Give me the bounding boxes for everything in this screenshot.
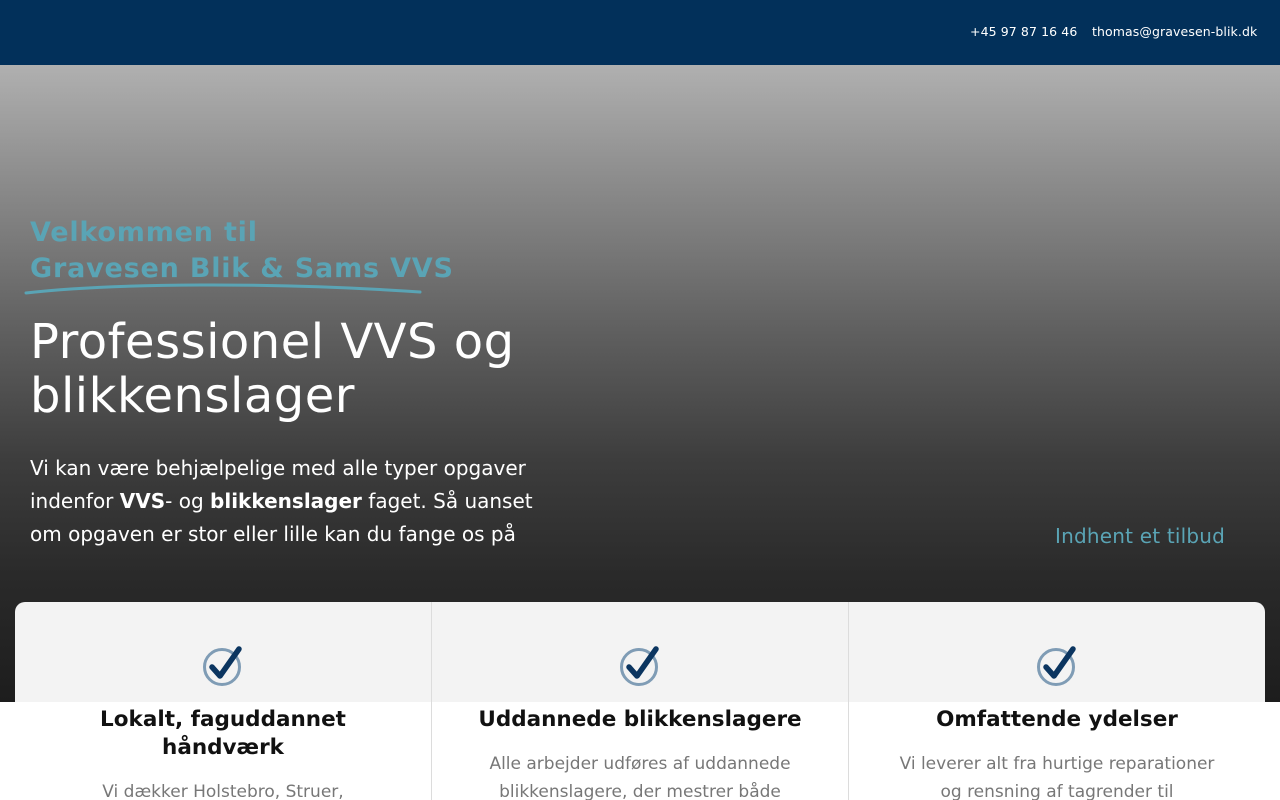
check-icon [620, 646, 659, 686]
hero-title: Professionel VVS og blikkenslager [30, 314, 515, 424]
hero-description: Vi kan være behjælpelige med alle typer … [30, 452, 570, 551]
feature-card-trained: Uddannede blikkenslagere Alle arbejder u… [432, 602, 849, 800]
check-icon [1037, 646, 1076, 686]
desc-bold-vvs: VVS [119, 489, 166, 513]
desc-text-2: - og [165, 489, 211, 513]
feature-text: Vi leverer alt fra hurtige reparationer … [899, 754, 1215, 800]
feature-title: Uddannede blikkenslagere [478, 707, 802, 732]
feature-text: Alle arbejder udføres af uddannede blikk… [489, 754, 791, 800]
desc-bold-blikkenslager: blikkenslager [210, 489, 362, 513]
feature-title: Omfattende ydelser [936, 707, 1178, 732]
check-icon [203, 646, 242, 686]
feature-card-services: Omfattende ydelser Vi leverer alt fra hu… [849, 602, 1265, 800]
phone-link[interactable]: +45 97 87 16 46 [970, 24, 1077, 39]
welcome-line-1: Velkommen til [30, 217, 258, 248]
get-quote-button[interactable]: Indhent et tilbud [1055, 524, 1225, 548]
email-link[interactable]: thomas@gravesen-blik.dk [1092, 24, 1257, 39]
welcome-heading: Velkommen til Gravesen Blik & Sams VVS [30, 215, 453, 287]
welcome-underline-decoration [24, 283, 422, 295]
feature-title: Lokalt, faguddannet håndværk [100, 707, 346, 760]
features-row: Lokalt, faguddannet håndværk Vi dækker H… [15, 602, 1265, 800]
feature-card-local: Lokalt, faguddannet håndværk Vi dækker H… [15, 602, 432, 800]
top-bar: +45 97 87 16 46 thomas@gravesen-blik.dk [0, 0, 1280, 65]
feature-text: Vi dækker Holstebro, Struer, Thyholm [102, 782, 344, 800]
